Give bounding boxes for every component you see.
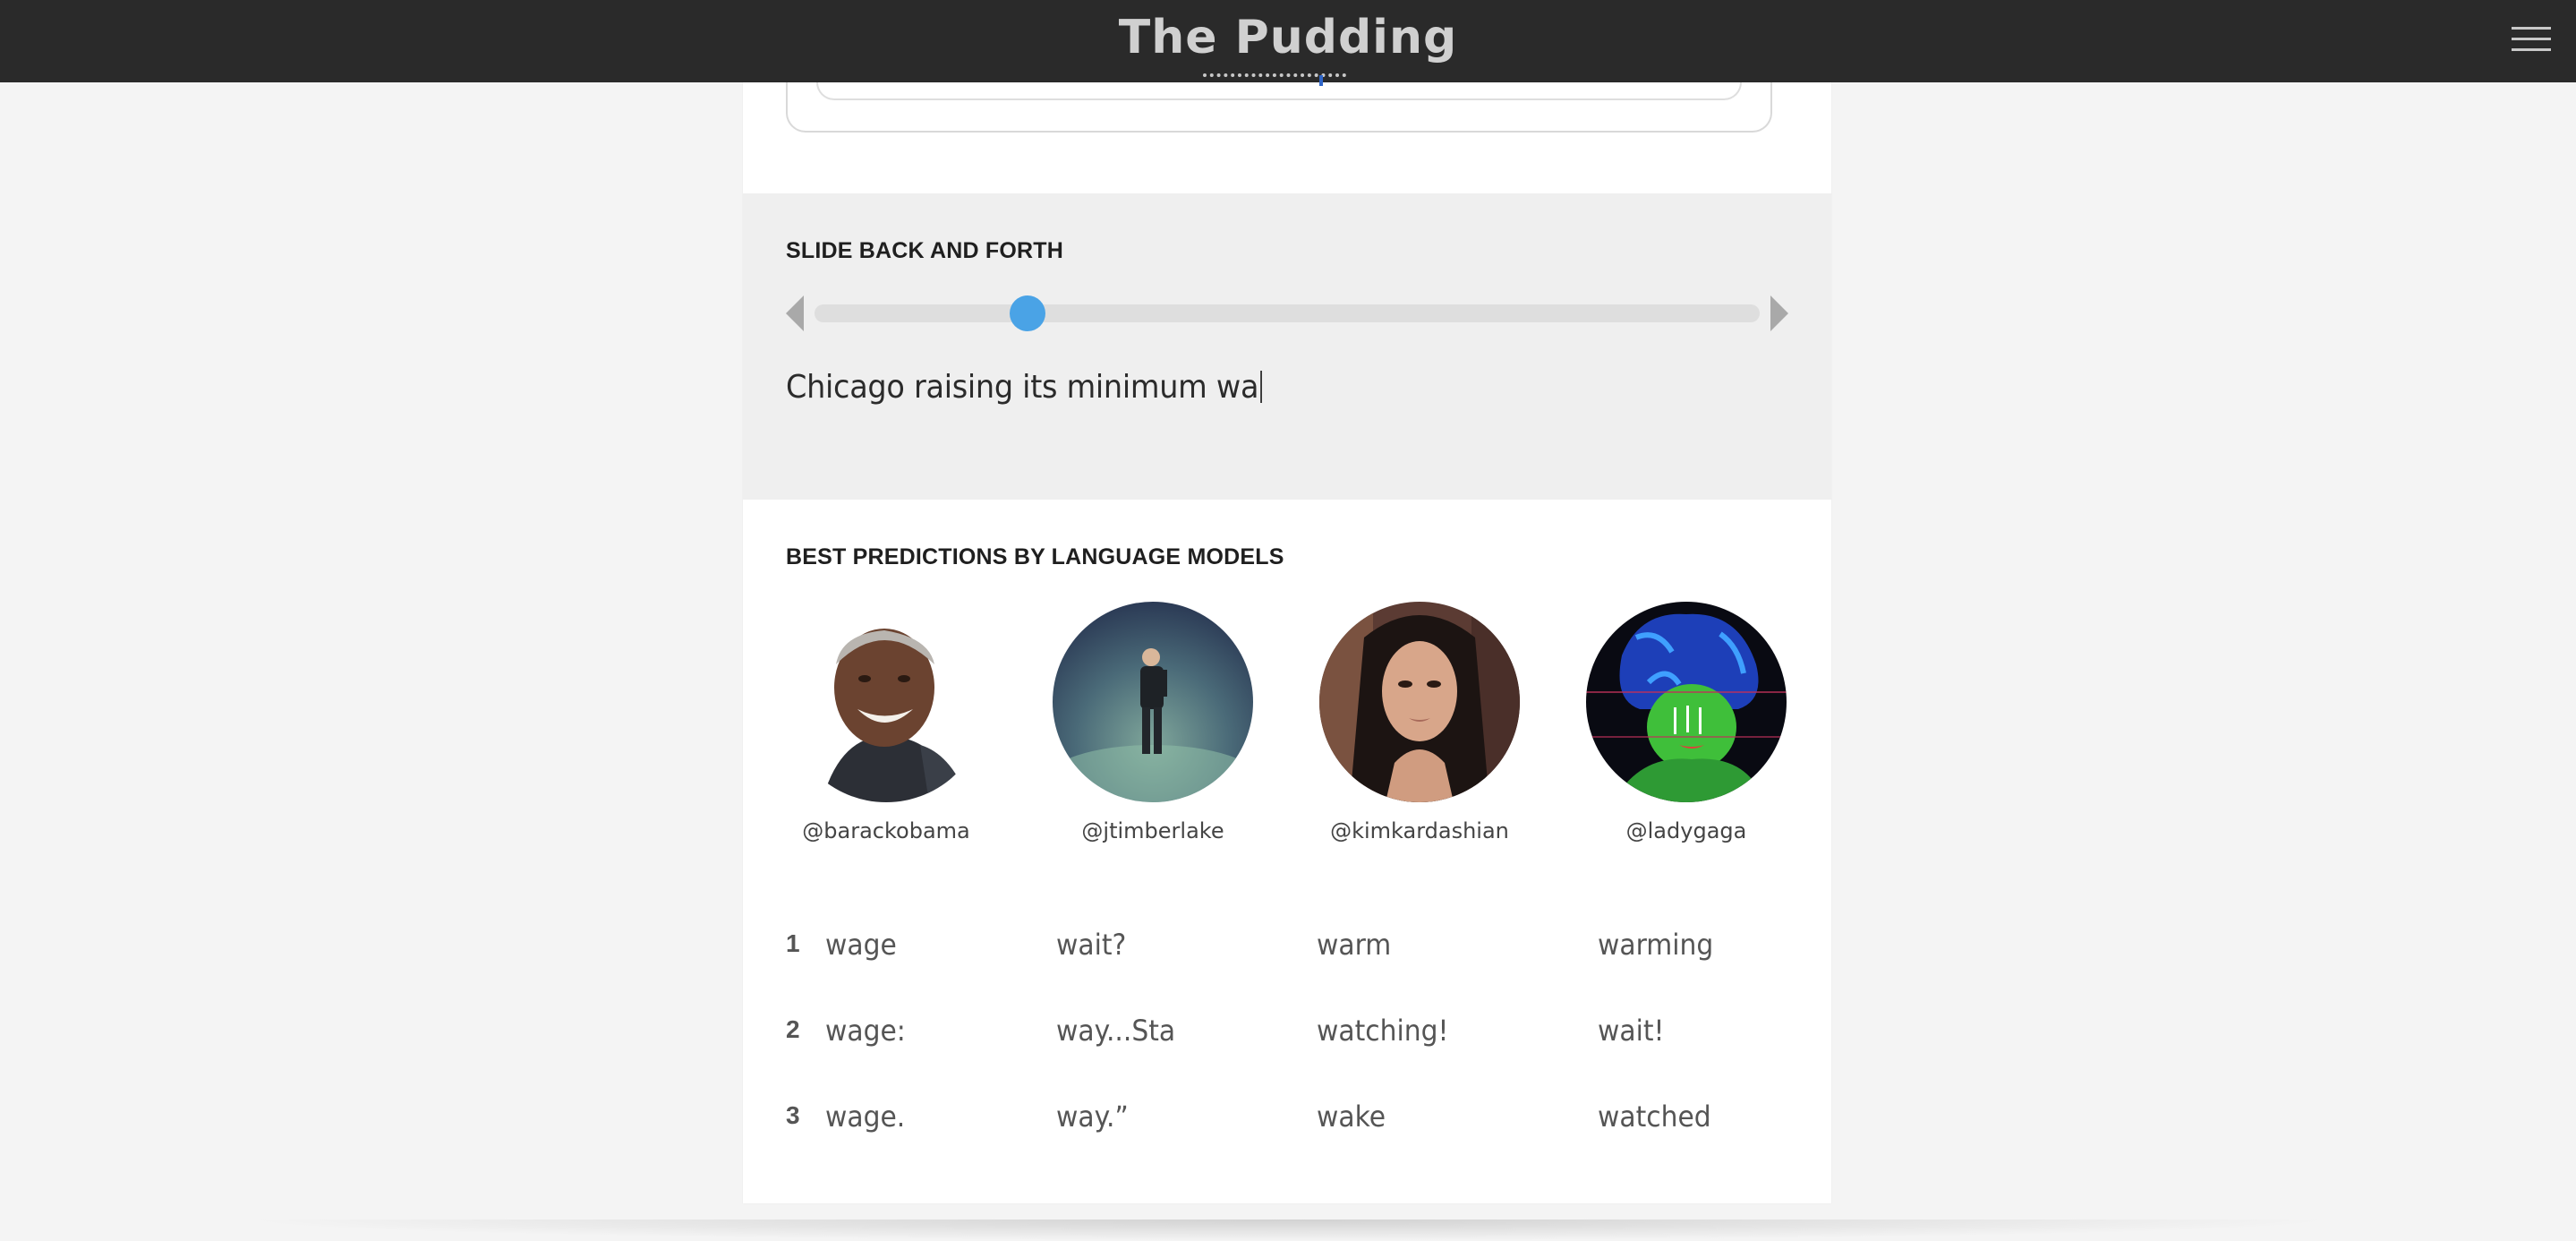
text-position-slider[interactable]	[815, 295, 1760, 331]
prediction-word: watched	[1598, 1100, 1711, 1134]
avatar-barackobama	[786, 602, 986, 802]
typed-text: Chicago raising its minimum wa	[786, 369, 1259, 406]
prediction-word: wake	[1317, 1100, 1386, 1134]
prediction-word: wage.	[825, 1100, 906, 1134]
prediction-word: way...Sta	[1056, 1014, 1176, 1048]
prediction-word: warming	[1598, 928, 1714, 962]
model-handle: @barackobama	[802, 818, 970, 843]
slider-section: SLIDE BACK AND FORTH Chicago raising its…	[743, 193, 1831, 500]
prediction-word: wait!	[1598, 1014, 1665, 1048]
prediction-word: wait?	[1056, 928, 1127, 962]
slider-thumb[interactable]	[1009, 295, 1045, 331]
top-nav-bar: The Pudding	[0, 0, 2576, 82]
model-handle: @jtimberlake	[1081, 818, 1224, 843]
typed-text-display: Chicago raising its minimum wa	[786, 369, 1262, 406]
prediction-word: warm	[1317, 928, 1392, 962]
prediction-word: wage:	[825, 1014, 906, 1048]
model-handle: @kimkardashian	[1330, 818, 1509, 843]
rank-number: 2	[786, 1015, 800, 1043]
site-logo[interactable]: The Pudding	[0, 0, 2576, 82]
previous-card-bottom	[786, 73, 1772, 133]
avatar-ladygaga	[1586, 602, 1787, 802]
rank-number: 3	[786, 1101, 800, 1129]
model-handle: @ladygaga	[1625, 818, 1747, 843]
hamburger-menu-icon[interactable]	[2512, 21, 2551, 57]
text-caret	[1260, 371, 1262, 403]
rank-number: 1	[786, 929, 800, 957]
main-column: SLIDE BACK AND FORTH Chicago raising its…	[743, 73, 1831, 1203]
triangle-right-icon[interactable]	[1770, 295, 1788, 331]
avatar-jtimberlake	[1053, 602, 1253, 802]
prediction-word: way.”	[1056, 1100, 1129, 1134]
triangle-left-icon[interactable]	[786, 295, 804, 331]
avatar-kimkardashian	[1319, 602, 1520, 802]
page-bottom-shadow	[233, 1220, 2345, 1241]
previous-input-bottom	[816, 73, 1742, 100]
slider-section-title: SLIDE BACK AND FORTH	[786, 238, 1064, 263]
prediction-word: wage	[825, 928, 897, 962]
prediction-word: watching!	[1317, 1014, 1449, 1048]
predictions-section-title: BEST PREDICTIONS BY LANGUAGE MODELS	[786, 544, 1284, 569]
